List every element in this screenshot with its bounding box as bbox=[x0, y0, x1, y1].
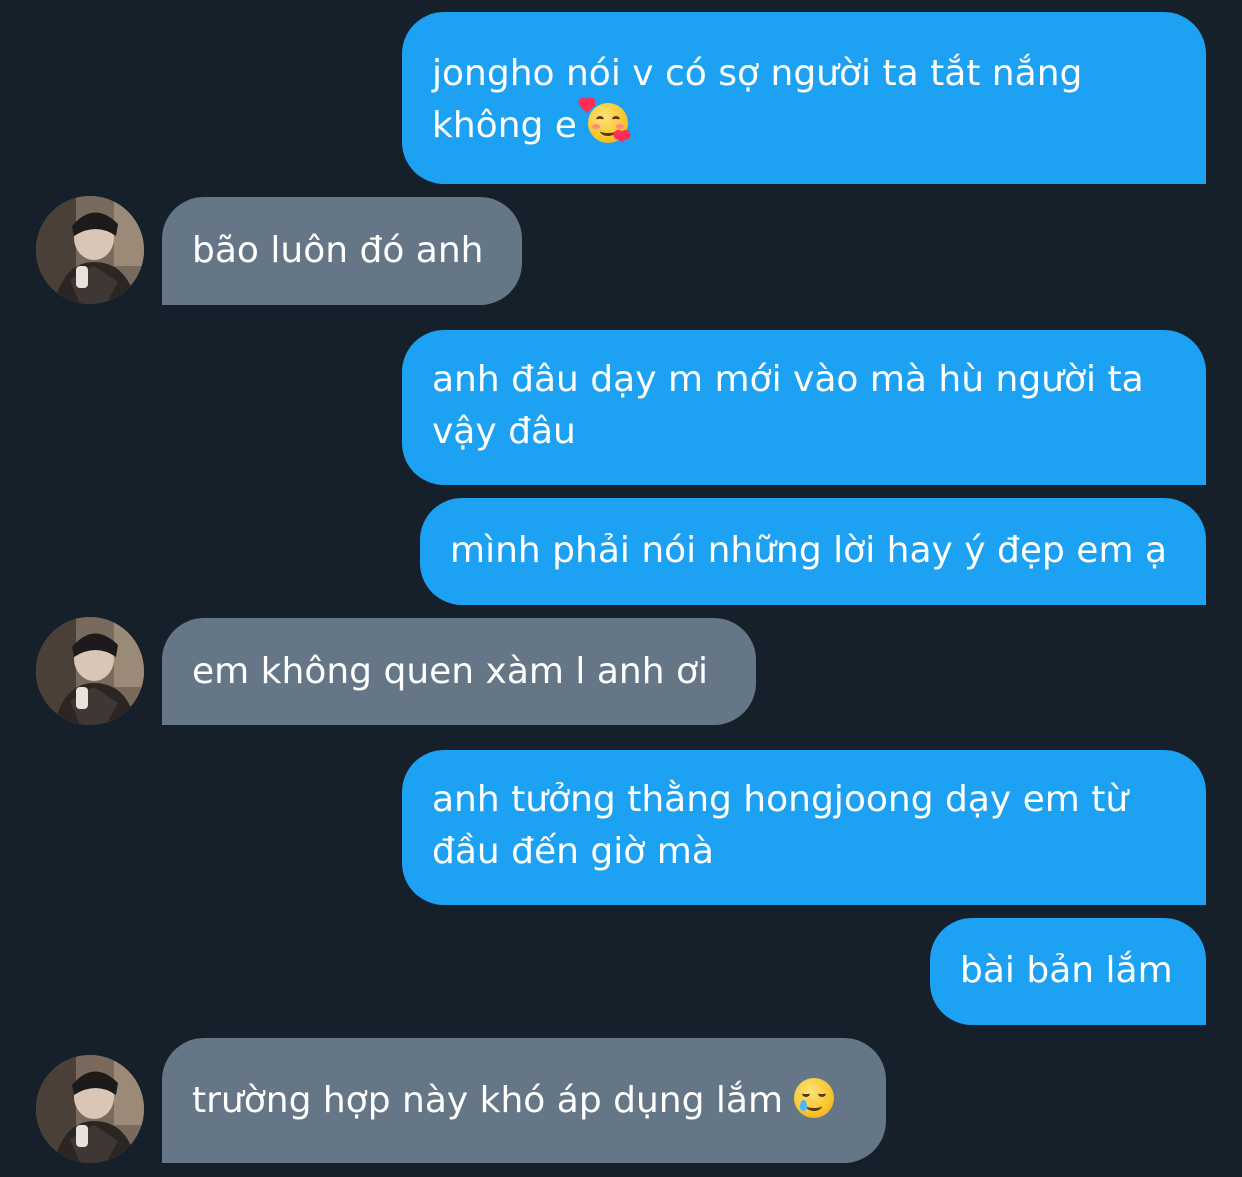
chat-thread: jongho nói v có sợ người ta tắt nắng khô… bbox=[0, 0, 1242, 1177]
contact-avatar[interactable] bbox=[36, 196, 144, 304]
message-text: em không quen xàm l anh ơi bbox=[192, 651, 709, 692]
smiling-face-with-hearts-icon bbox=[580, 98, 629, 143]
sent-message-bubble[interactable]: anh đâu dạy m mới vào mà hù người ta vậy… bbox=[402, 330, 1206, 485]
message-text: jongho nói v có sợ người ta tắt nắng khô… bbox=[432, 53, 1083, 146]
avatar-photo bbox=[36, 617, 144, 725]
sent-message-bubble[interactable]: anh tưởng thằng hongjoong dạy em từ đầu … bbox=[402, 750, 1206, 905]
message-text: anh tưởng thằng hongjoong dạy em từ đầu … bbox=[432, 779, 1129, 872]
message-text: anh đâu dạy m mới vào mà hù người ta vậy… bbox=[432, 359, 1144, 452]
received-message-bubble[interactable]: em không quen xàm l anh ơi bbox=[162, 618, 756, 725]
received-message-bubble[interactable]: trường hợp này khó áp dụng lắm bbox=[162, 1038, 886, 1163]
sent-message-bubble[interactable]: bài bản lắm bbox=[930, 918, 1206, 1025]
smiling-face-with-tear-icon bbox=[794, 1078, 835, 1118]
received-message-bubble[interactable]: bão luôn đó anh bbox=[162, 197, 522, 305]
message-text: bão luôn đó anh bbox=[192, 230, 484, 271]
contact-avatar[interactable] bbox=[36, 617, 144, 725]
message-text: bài bản lắm bbox=[960, 950, 1173, 991]
message-text: trường hợp này khó áp dụng lắm bbox=[192, 1080, 784, 1121]
sent-message-bubble[interactable]: jongho nói v có sợ người ta tắt nắng khô… bbox=[402, 12, 1206, 184]
message-text: mình phải nói những lời hay ý đẹp em ạ bbox=[450, 530, 1168, 571]
avatar-photo bbox=[36, 196, 144, 304]
contact-avatar[interactable] bbox=[36, 1055, 144, 1163]
avatar-photo bbox=[36, 1055, 144, 1163]
sent-message-bubble[interactable]: mình phải nói những lời hay ý đẹp em ạ bbox=[420, 498, 1206, 605]
